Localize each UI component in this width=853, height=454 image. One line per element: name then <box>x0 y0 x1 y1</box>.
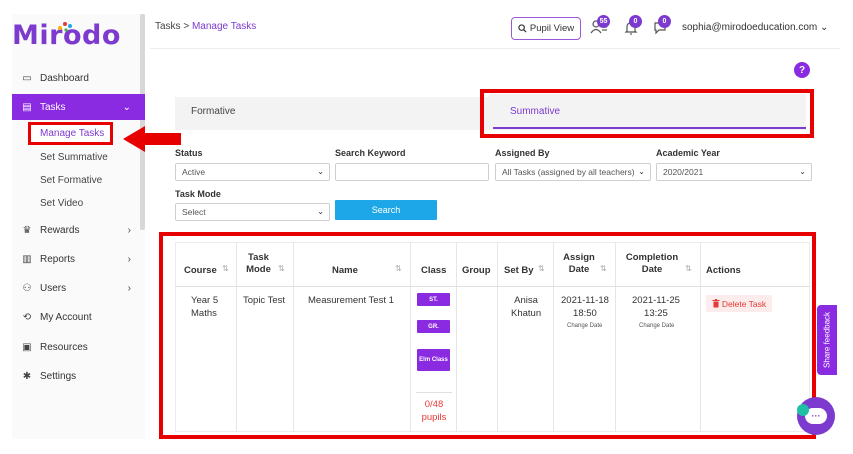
sidebar-item-resources[interactable]: ▣ Resources <box>12 334 145 360</box>
sidebar-item-dashboard[interactable]: ▭ Dashboard <box>12 65 145 91</box>
chat-button[interactable]: ··· <box>797 397 835 435</box>
sidebar-item-label: Resources <box>40 341 88 353</box>
table-highlight <box>159 232 816 439</box>
academic-year-value: 2020/2021 <box>663 167 704 177</box>
account-icon: ⟲ <box>22 311 32 323</box>
breadcrumb-separator: > <box>183 21 190 32</box>
requests-badge: 55 <box>597 15 610 28</box>
chevron-right-icon: › <box>127 253 131 265</box>
sidebar-item-label: Tasks <box>40 101 66 113</box>
resources-icon: ▣ <box>22 341 32 353</box>
status-select[interactable]: Active ⌄ <box>175 163 330 181</box>
chevron-down-icon: ⌄ <box>820 22 829 33</box>
breadcrumb-current: Manage Tasks <box>191 21 257 32</box>
help-icon[interactable]: ? <box>794 62 810 78</box>
sidebar-item-tasks[interactable]: ▤ Tasks ⌄ <box>12 94 145 120</box>
breadcrumb: Tasks > Manage Tasks <box>155 21 256 32</box>
sidebar-item-label: Rewards <box>40 224 80 236</box>
sidebar-item-users[interactable]: ⚇ Users › <box>12 275 145 301</box>
monitor-icon: ▭ <box>22 72 32 84</box>
chevron-right-icon: › <box>127 224 131 236</box>
sidebar-item-reports[interactable]: ▥ Reports › <box>12 246 145 272</box>
assigned-by-label: Assigned By <box>495 148 550 158</box>
user-email: sophia@mirodoeducation.com <box>682 22 818 33</box>
academic-year-select[interactable]: 2020/2021 ⌄ <box>656 163 812 181</box>
breadcrumb-root[interactable]: Tasks <box>155 21 181 32</box>
users-icon: ⚇ <box>22 282 32 294</box>
status-label: Status <box>175 148 203 158</box>
messages-badge: 0 <box>658 15 671 28</box>
chevron-down-icon: ⌄ <box>122 101 131 113</box>
chevron-down-icon: ⌄ <box>317 207 324 216</box>
gear-icon: ✱ <box>22 370 32 382</box>
user-menu[interactable]: sophia@mirodoeducation.com ⌄ <box>682 22 828 33</box>
search-button[interactable]: Search <box>335 200 437 220</box>
sidebar-item-rewards[interactable]: ♛ Rewards › <box>12 217 145 243</box>
chevron-down-icon: ⌄ <box>317 167 324 176</box>
tab-formative[interactable]: Formative <box>191 106 235 117</box>
pupil-view-button[interactable]: Pupil View <box>511 17 581 40</box>
reports-icon: ▥ <box>22 253 32 265</box>
search-keyword-input[interactable] <box>335 163 489 181</box>
keyword-label: Search Keyword <box>335 148 406 158</box>
search-icon <box>518 24 527 33</box>
logo-dots-icon <box>58 22 72 32</box>
academic-year-label: Academic Year <box>656 148 720 158</box>
sidebar-scrollbar[interactable] <box>140 14 145 230</box>
notifications-badge: 0 <box>629 15 642 28</box>
header-divider <box>150 48 840 49</box>
sidebar-item-my-account[interactable]: ⟲ My Account <box>12 304 145 330</box>
sidebar-item-label: Users <box>40 282 67 294</box>
pointer-arrow-icon <box>123 126 181 152</box>
share-feedback-button[interactable]: Share feedback <box>817 305 837 375</box>
sidebar-item-label: Settings <box>40 370 77 382</box>
chevron-down-icon: ⌄ <box>799 167 806 176</box>
sidebar-item-label: My Account <box>40 311 92 323</box>
sidebar-item-label: Dashboard <box>40 72 89 84</box>
assigned-by-value: All Tasks (assigned by all teachers) <box>502 167 635 177</box>
sidebar-subitem-set-video[interactable]: Set Video <box>40 198 83 209</box>
sidebar-subitem-set-formative[interactable]: Set Formative <box>40 175 102 186</box>
assigned-by-select[interactable]: All Tasks (assigned by all teachers) ⌄ <box>495 163 651 181</box>
status-value: Active <box>182 167 206 177</box>
chevron-right-icon: › <box>127 282 131 294</box>
chevron-down-icon: ⌄ <box>638 167 645 176</box>
sidebar-item-settings[interactable]: ✱ Settings <box>12 363 145 389</box>
sidebar-item-label: Reports <box>40 253 76 265</box>
sidebar-subitem-manage-tasks[interactable]: Manage Tasks <box>40 128 104 139</box>
pupil-view-label: Pupil View <box>529 23 575 34</box>
task-mode-value: Select <box>182 207 206 217</box>
summative-tab-highlight <box>480 89 814 138</box>
trophy-icon: ♛ <box>22 224 32 236</box>
chat-accent-icon <box>797 404 809 416</box>
task-mode-label: Task Mode <box>175 189 221 199</box>
task-mode-select[interactable]: Select ⌄ <box>175 203 330 221</box>
tasks-icon: ▤ <box>22 101 32 113</box>
sidebar-subitem-set-summative[interactable]: Set Summative <box>40 152 108 163</box>
